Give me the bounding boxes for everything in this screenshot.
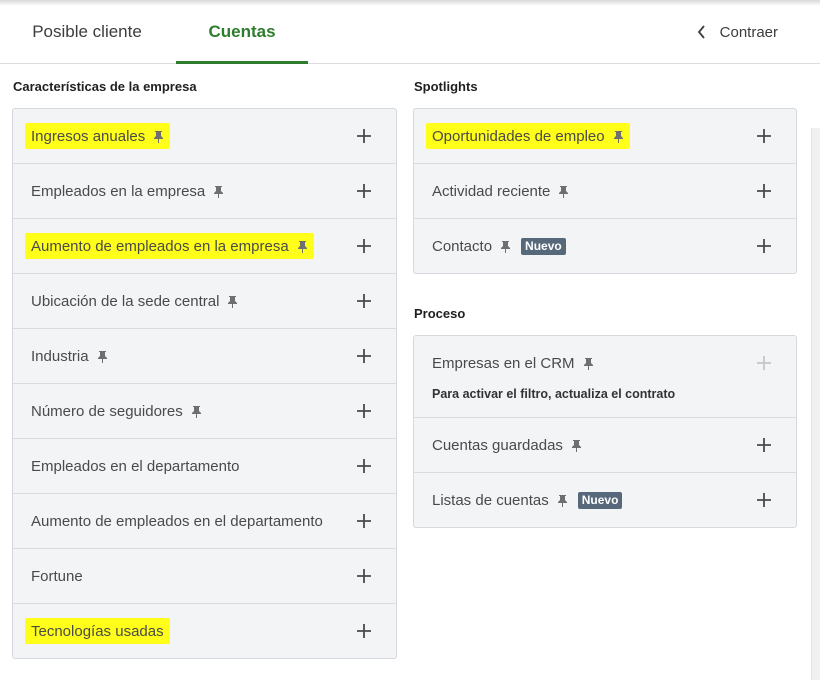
filter-label: Aumento de empleados en el departamento — [31, 512, 323, 530]
filter-row[interactable]: Fortune — [13, 549, 396, 604]
filter-row[interactable]: Aumento de empleados en el departamento — [13, 494, 396, 549]
upgrade-note: Para activar el filtro, actualiza el con… — [432, 387, 676, 401]
add-filter-icon[interactable] — [356, 513, 372, 529]
add-filter-icon[interactable] — [756, 183, 772, 199]
process-filter-panel: Empresas en el CRM Para activar el filtro… — [413, 335, 797, 528]
scrollbar[interactable] — [811, 128, 820, 680]
add-filter-icon[interactable] — [756, 128, 772, 144]
filter-label: Contacto — [432, 237, 493, 255]
pin-icon[interactable] — [571, 439, 582, 452]
filter-label: Ingresos anuales — [31, 127, 146, 145]
filter-label-group: Listas de cuentas Nuevo — [432, 473, 623, 527]
filter-label-group: Actividad reciente — [432, 164, 569, 218]
active-tab-indicator — [176, 61, 308, 64]
filter-label-group: Fortune — [31, 549, 83, 603]
add-filter-icon[interactable] — [356, 183, 372, 199]
filter-label: Cuentas guardadas — [432, 436, 563, 454]
pin-icon[interactable] — [227, 295, 238, 308]
collapse-label: Contraer — [719, 23, 778, 41]
pin-icon[interactable] — [213, 185, 224, 198]
pin-icon[interactable] — [153, 130, 164, 143]
tab-bar: Posible cliente Cuentas Contraer — [0, 0, 820, 64]
filter-row[interactable]: Empresas en el CRM Para activar el filtro… — [414, 336, 796, 418]
add-filter-icon[interactable] — [356, 293, 372, 309]
pin-icon[interactable] — [297, 240, 308, 253]
filter-label-group: Número de seguidores — [31, 384, 202, 438]
add-filter-icon[interactable] — [356, 458, 372, 474]
filter-label-group: Aumento de empleados en la empresa — [25, 219, 314, 273]
filter-label: Industria — [31, 347, 89, 365]
add-filter-icon[interactable] — [756, 492, 772, 508]
pin-icon[interactable] — [558, 185, 569, 198]
tab-prospect[interactable]: Posible cliente — [14, 0, 160, 63]
collapse-button[interactable]: Contraer — [697, 21, 778, 43]
chevron-left-icon — [697, 25, 705, 39]
filter-label-group: Empleados en la empresa — [31, 164, 224, 218]
filter-row[interactable]: Ingresos anuales — [13, 109, 396, 164]
company-filter-panel: Ingresos anuales Empleados en la empresa A… — [12, 108, 397, 659]
pin-icon[interactable] — [583, 357, 594, 370]
filter-label: Listas de cuentas — [432, 491, 549, 509]
new-badge: Nuevo — [521, 237, 566, 255]
add-filter-icon[interactable] — [356, 238, 372, 254]
filter-label-group: Oportunidades de empleo — [426, 109, 630, 163]
add-filter-icon[interactable] — [356, 128, 372, 144]
filter-label: Fortune — [31, 567, 83, 585]
pin-icon[interactable] — [500, 240, 511, 253]
new-badge: Nuevo — [577, 491, 623, 509]
filter-label-group: Ingresos anuales — [25, 109, 171, 163]
pin-icon[interactable] — [97, 350, 108, 363]
company-section-title: Características de la empresa — [13, 79, 197, 94]
add-filter-icon[interactable] — [756, 238, 772, 254]
filter-row[interactable]: Cuentas guardadas — [414, 418, 796, 473]
tab-accounts[interactable]: Cuentas — [176, 0, 308, 64]
spotlights-filter-panel: Oportunidades de empleo Actividad recient… — [413, 108, 797, 274]
filter-label: Tecnologías usadas — [31, 622, 164, 640]
filter-label-group: Empleados en el departamento — [31, 439, 239, 493]
pin-icon[interactable] — [191, 405, 202, 418]
filter-label: Oportunidades de empleo — [432, 127, 605, 145]
add-filter-icon[interactable] — [356, 403, 372, 419]
filter-label-group: Aumento de empleados en el departamento — [31, 494, 323, 548]
filter-label-group: Ubicación de la sede central — [31, 274, 238, 328]
pin-icon[interactable] — [613, 130, 624, 143]
filter-row[interactable]: Empleados en la empresa — [13, 164, 396, 219]
tab-accounts-label: Cuentas — [208, 22, 276, 41]
filter-row[interactable]: Industria — [13, 329, 396, 384]
filter-row[interactable]: Ubicación de la sede central — [13, 274, 396, 329]
filter-label: Empleados en la empresa — [31, 182, 206, 200]
filter-label: Ubicación de la sede central — [31, 292, 220, 310]
add-filter-icon[interactable] — [756, 437, 772, 453]
filter-row[interactable]: Actividad reciente — [414, 164, 796, 219]
filter-row[interactable]: Contacto Nuevo — [414, 219, 796, 274]
filter-label: Número de seguidores — [31, 402, 183, 420]
filter-label: Empresas en el CRM — [432, 354, 575, 372]
filter-row[interactable]: Aumento de empleados en la empresa — [13, 219, 396, 274]
filter-label-group: Cuentas guardadas — [432, 418, 582, 472]
add-filter-icon[interactable] — [356, 348, 372, 364]
filter-label: Empleados en el departamento — [31, 457, 240, 475]
filter-row[interactable]: Listas de cuentas Nuevo — [414, 473, 796, 528]
add-filter-icon[interactable] — [356, 623, 372, 639]
filter-label-group: Tecnologías usadas — [25, 604, 170, 658]
spotlights-section-title: Spotlights — [414, 79, 478, 94]
filter-label: Actividad reciente — [432, 182, 551, 200]
filter-row[interactable]: Tecnologías usadas — [13, 604, 396, 659]
filter-label-group: Empresas en el CRM — [432, 336, 594, 390]
pin-icon[interactable] — [557, 494, 568, 507]
filter-label-group: Industria — [31, 329, 108, 383]
filter-row[interactable]: Oportunidades de empleo — [414, 109, 796, 164]
filter-row[interactable]: Empleados en el departamento — [13, 439, 396, 494]
add-filter-icon[interactable] — [756, 355, 772, 371]
process-section-title: Proceso — [414, 306, 466, 321]
filter-label: Aumento de empleados en la empresa — [31, 237, 289, 255]
add-filter-icon[interactable] — [356, 568, 372, 584]
filter-label-group: Contacto Nuevo — [432, 219, 566, 273]
filter-row[interactable]: Número de seguidores — [13, 384, 396, 439]
